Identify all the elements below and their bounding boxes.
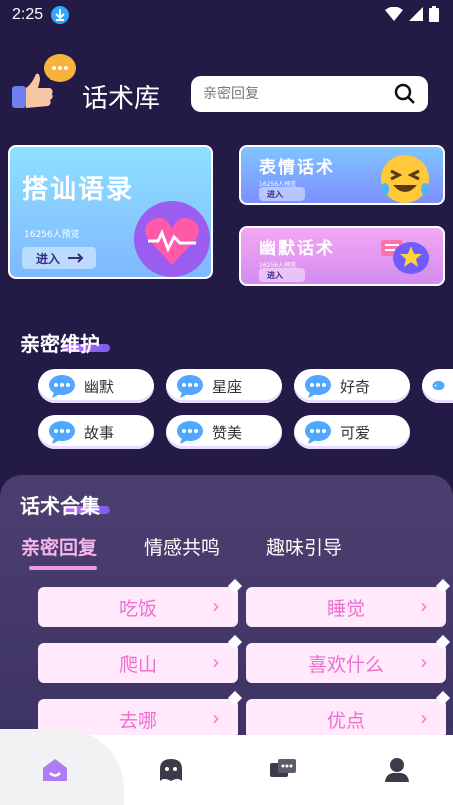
phrase-label: 去哪 bbox=[118, 709, 157, 732]
chevron-right-icon: › bbox=[420, 706, 428, 730]
phrase-item[interactable]: 吃饭 › bbox=[38, 578, 243, 627]
battery-icon bbox=[429, 6, 439, 22]
phrase-item[interactable]: 爬山 › bbox=[38, 634, 243, 683]
signal-icon bbox=[409, 7, 423, 21]
heart-bubble-icon bbox=[134, 201, 210, 277]
chat-bubble-icon bbox=[432, 380, 445, 391]
tab-intimate-reply[interactable]: 亲密回复 bbox=[21, 533, 97, 560]
chat-bubble-icon bbox=[177, 421, 203, 444]
status-bar: 2:25 bbox=[0, 0, 453, 30]
tag-cute[interactable]: 可爱 bbox=[294, 415, 410, 449]
phrase-label: 优点 bbox=[326, 709, 365, 732]
chat-bubble-icon bbox=[305, 421, 331, 444]
chat-icon[interactable] bbox=[156, 755, 186, 785]
tag-humor[interactable]: 幽默 bbox=[38, 369, 154, 403]
tab-emotional-resonance[interactable]: 情感共鸣 bbox=[144, 533, 220, 560]
enter-label: 进入 bbox=[267, 189, 283, 199]
tag-label: 故事 bbox=[84, 423, 115, 442]
humor-lines-card[interactable]: 幽默话术 16256人预览 进入 bbox=[239, 226, 445, 286]
tag-label: 幽默 bbox=[84, 377, 115, 396]
bottom-nav bbox=[0, 729, 453, 805]
chevron-right-icon: › bbox=[212, 594, 220, 618]
download-icon bbox=[51, 6, 70, 24]
enter-label: 进入 bbox=[267, 270, 283, 280]
card-title: 表情话术 bbox=[259, 158, 335, 178]
chevron-right-icon: › bbox=[420, 594, 428, 618]
tag-label: 好奇 bbox=[340, 377, 371, 396]
chat-bubble-icon bbox=[305, 375, 331, 398]
chat-bubble-icon bbox=[49, 421, 75, 444]
card-title: 搭讪语录 bbox=[22, 175, 135, 205]
tab-fun-guide[interactable]: 趣味引导 bbox=[266, 533, 342, 560]
chat-bubble-icon bbox=[177, 375, 203, 398]
messages-icon[interactable] bbox=[268, 755, 298, 785]
home-icon[interactable] bbox=[40, 755, 70, 785]
chevron-right-icon: › bbox=[420, 650, 428, 674]
tab-indicator bbox=[29, 566, 97, 570]
wifi-icon bbox=[385, 7, 403, 21]
page-title: 话术库 bbox=[82, 84, 161, 114]
tag-label: 赞美 bbox=[212, 423, 243, 442]
phrase-label: 喜欢什么 bbox=[307, 653, 384, 676]
emoji-lines-card[interactable]: 表情话术 16256人预览 进入 bbox=[239, 145, 445, 205]
profile-icon[interactable] bbox=[382, 755, 412, 785]
chat-bubble-icon bbox=[49, 375, 75, 398]
card-title: 幽默话术 bbox=[259, 239, 335, 259]
enter-button[interactable]: 进入 bbox=[22, 247, 96, 269]
tag-praise[interactable]: 赞美 bbox=[166, 415, 282, 449]
search-input[interactable] bbox=[203, 86, 394, 102]
header: 话术库 bbox=[0, 50, 453, 130]
chevron-right-icon: › bbox=[212, 650, 220, 674]
card-view-count: 16256人预览 bbox=[24, 230, 80, 240]
tag-story[interactable]: 故事 bbox=[38, 415, 154, 449]
tag-label: 可爱 bbox=[340, 423, 371, 442]
tag-horoscope[interactable]: 星座 bbox=[166, 369, 282, 403]
chevron-right-icon: › bbox=[212, 706, 220, 730]
search-icon[interactable] bbox=[394, 83, 416, 105]
laughing-emoji-icon bbox=[381, 155, 429, 203]
tag-curious[interactable]: 好奇 bbox=[294, 369, 410, 403]
section-title-collection: 话术合集 bbox=[20, 494, 100, 518]
star-chat-icon bbox=[381, 240, 429, 274]
phrase-item[interactable]: 喜欢什么 › bbox=[246, 634, 451, 683]
phrase-item[interactable]: 优点 › bbox=[246, 690, 451, 739]
enter-button[interactable]: 进入 bbox=[259, 268, 305, 282]
phrase-item[interactable]: 睡觉 › bbox=[246, 578, 451, 627]
phrase-label: 爬山 bbox=[118, 653, 157, 676]
enter-label: 进入 bbox=[36, 251, 61, 266]
pickup-lines-card[interactable]: 搭讪语录 16256人预览 进入 bbox=[8, 145, 213, 279]
search-box[interactable] bbox=[191, 76, 428, 112]
phrase-label: 睡觉 bbox=[326, 597, 365, 620]
phrase-label: 吃饭 bbox=[118, 597, 157, 620]
enter-button[interactable]: 进入 bbox=[259, 187, 305, 201]
arrow-right-icon bbox=[68, 253, 84, 263]
status-time: 2:25 bbox=[12, 6, 44, 23]
thumbs-up-logo-icon bbox=[12, 54, 76, 108]
tag-label: 星座 bbox=[212, 377, 243, 396]
tag-partial[interactable] bbox=[422, 369, 453, 403]
section-title-intimacy: 亲密维护 bbox=[20, 332, 100, 356]
